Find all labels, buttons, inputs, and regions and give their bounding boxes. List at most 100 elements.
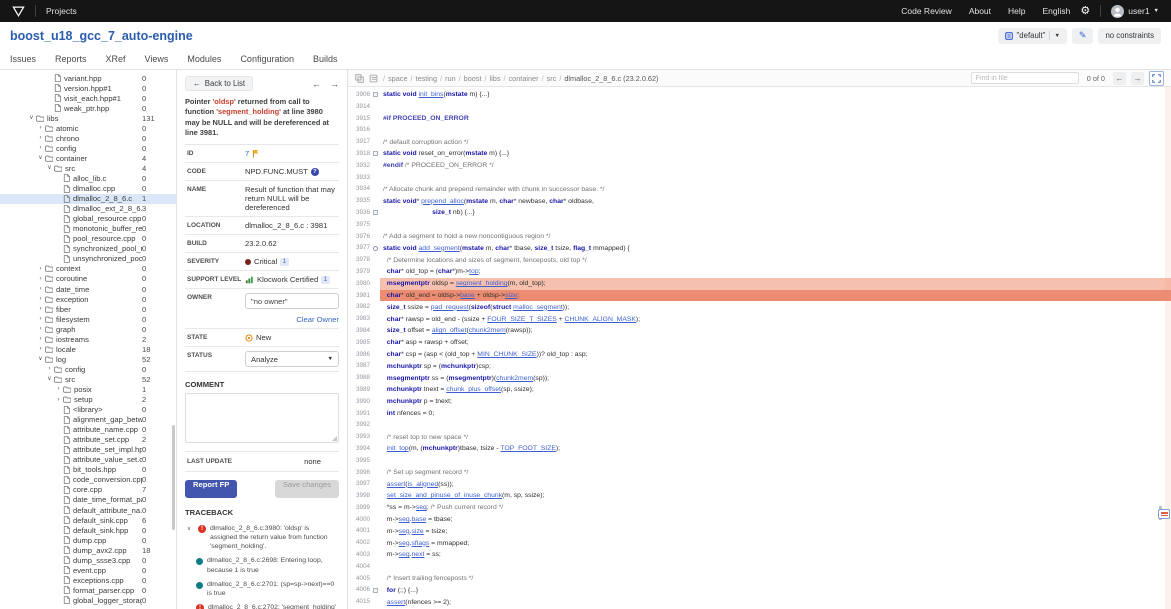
chevron-right-icon[interactable]: › bbox=[45, 366, 54, 372]
tree-item[interactable]: ∨log52 bbox=[0, 354, 176, 364]
tab-views[interactable]: Views bbox=[145, 54, 169, 64]
chevron-right-icon[interactable]: › bbox=[54, 397, 63, 403]
tree-item[interactable]: ›date_time0 bbox=[0, 284, 176, 294]
tree-item[interactable]: date_time_format_par...0 bbox=[0, 495, 176, 505]
support-count-badge[interactable]: 1 bbox=[321, 276, 329, 284]
code-symbol-link[interactable]: size bbox=[505, 292, 517, 299]
code-symbol-link[interactable]: sflags bbox=[412, 540, 430, 547]
tree-item[interactable]: default_sink.cpp6 bbox=[0, 515, 176, 525]
chevron-right-icon[interactable]: › bbox=[36, 346, 45, 352]
fold-icon[interactable] bbox=[373, 92, 378, 97]
fullscreen-button[interactable] bbox=[1149, 71, 1164, 86]
chevron-right-icon[interactable]: › bbox=[36, 125, 45, 131]
find-in-file-input[interactable] bbox=[971, 72, 1079, 84]
tree-item[interactable]: alloc_lib.c0 bbox=[0, 173, 176, 183]
fold-toggle[interactable] bbox=[370, 89, 380, 101]
code-symbol-link[interactable]: chunk_plus_offset bbox=[446, 386, 501, 393]
tree-item[interactable]: ∨libs131 bbox=[0, 113, 176, 123]
tree-item[interactable]: ›graph0 bbox=[0, 324, 176, 334]
tree-item[interactable]: dump_avx2.cpp18 bbox=[0, 545, 176, 555]
tree-item[interactable]: monotonic_buffer_res...0 bbox=[0, 224, 176, 234]
clear-owner-link[interactable]: Clear Owner bbox=[245, 315, 339, 324]
code-symbol-link[interactable]: MIN_CHUNK_SIZE bbox=[477, 351, 536, 358]
tree-item[interactable]: attribute_set.cpp2 bbox=[0, 435, 176, 445]
back-to-list-button[interactable]: ← Back to List bbox=[185, 76, 253, 91]
tab-issues[interactable]: Issues bbox=[10, 54, 36, 64]
tree-item[interactable]: synchronized_pool_re...0 bbox=[0, 244, 176, 254]
fold-icon[interactable] bbox=[373, 210, 378, 215]
chevron-down-icon[interactable]: ∨ bbox=[187, 524, 194, 552]
tree-item[interactable]: core.cpp7 bbox=[0, 485, 176, 495]
code-symbol-link[interactable]: segment_holding bbox=[456, 280, 508, 287]
tree-item[interactable]: ›config0 bbox=[0, 143, 176, 153]
tree-item[interactable]: exceptions.cpp0 bbox=[0, 575, 176, 585]
path-segment[interactable]: src bbox=[547, 74, 557, 83]
fold-toggle[interactable] bbox=[370, 207, 380, 219]
tree-item[interactable]: ∨src4 bbox=[0, 163, 176, 173]
tree-item[interactable]: dump.cpp0 bbox=[0, 535, 176, 545]
traceback-item[interactable]: ∨!dlmalloc_2_8_6.c:3980: 'oldsp' is assi… bbox=[185, 521, 339, 554]
owner-input[interactable] bbox=[245, 293, 339, 309]
issue-id-link[interactable]: 7 bbox=[245, 149, 249, 158]
code-symbol-link[interactable]: pad_request bbox=[431, 304, 469, 311]
tree-item[interactable]: code_conversion.cpp0 bbox=[0, 475, 176, 485]
tree-item[interactable]: ›atomic0 bbox=[0, 123, 176, 133]
fold-icon[interactable] bbox=[373, 151, 378, 156]
code-symbol-link[interactable]: set_size_and_pinuse_of_inuse_chunk bbox=[387, 492, 502, 499]
tree-item[interactable]: ›coroutine0 bbox=[0, 274, 176, 284]
nav-about[interactable]: About bbox=[969, 6, 991, 16]
traceback-item[interactable]: dlmalloc_2_8_6.c:2701: (sp=sp->next)==0 … bbox=[185, 577, 339, 600]
fold-icon[interactable] bbox=[373, 588, 378, 593]
tree-item[interactable]: unsynchronized_pool...0 bbox=[0, 254, 176, 264]
flag-icon[interactable] bbox=[252, 149, 259, 158]
tree-item[interactable]: <library>0 bbox=[0, 405, 176, 415]
klocwork-logo-icon[interactable] bbox=[12, 6, 25, 17]
tab-builds[interactable]: Builds bbox=[313, 54, 338, 64]
code-symbol-link[interactable]: TOP_FOOT_SIZE bbox=[500, 445, 555, 452]
tree-item[interactable]: ›locale18 bbox=[0, 344, 176, 354]
tree-item[interactable]: dlmalloc.cpp0 bbox=[0, 184, 176, 194]
find-next-button[interactable]: → bbox=[1131, 72, 1144, 85]
tree-item[interactable]: format_parser.cpp0 bbox=[0, 585, 176, 595]
settings-gear-icon[interactable]: ⚙ bbox=[1080, 6, 1090, 17]
tree-item[interactable]: weak_ptr.hpp0 bbox=[0, 103, 176, 113]
code-symbol-link[interactable]: init_top bbox=[387, 445, 409, 452]
tree-item[interactable]: default_sink.hpp0 bbox=[0, 525, 176, 535]
find-prev-button[interactable]: ← bbox=[1113, 72, 1126, 85]
tree-item[interactable]: dump_ssse3.cpp0 bbox=[0, 555, 176, 565]
traceback-item[interactable]: dlmalloc_2_8_6.c:2698: Entering loop, be… bbox=[185, 554, 339, 577]
tree-item[interactable]: visit_each.hpp#10 bbox=[0, 93, 176, 103]
chevron-right-icon[interactable]: › bbox=[36, 316, 45, 322]
path-segment[interactable]: container bbox=[509, 74, 539, 83]
code-symbol-link[interactable]: seg bbox=[399, 528, 410, 535]
comment-textarea[interactable] bbox=[185, 393, 339, 443]
path-segment[interactable]: boost bbox=[464, 74, 482, 83]
chevron-down-icon[interactable]: ∨ bbox=[36, 356, 45, 362]
code-symbol-link[interactable]: init_bins bbox=[419, 91, 444, 98]
code-symbol-link[interactable]: assert bbox=[387, 599, 406, 606]
chevron-down-icon[interactable]: ∨ bbox=[36, 155, 45, 161]
chevron-right-icon[interactable]: › bbox=[36, 336, 45, 342]
tree-item[interactable]: global_logger_storage...0 bbox=[0, 595, 176, 605]
tree-item[interactable]: ›chrono0 bbox=[0, 133, 176, 143]
tree-item[interactable]: ›iostreams2 bbox=[0, 334, 176, 344]
tree-item[interactable]: ›setup2 bbox=[0, 395, 176, 405]
code-symbol-link[interactable]: CHUNK_ALIGN_MASK bbox=[565, 316, 636, 323]
code-symbol-link[interactable]: assert bbox=[387, 481, 406, 488]
chevron-right-icon[interactable]: › bbox=[36, 296, 45, 302]
info-icon[interactable]: ? bbox=[311, 168, 319, 176]
tree-item[interactable]: ›posix1 bbox=[0, 384, 176, 394]
code-symbol-link[interactable]: prepend_alloc bbox=[421, 198, 464, 205]
status-select[interactable]: Analyze▼ bbox=[245, 351, 339, 367]
tree-item[interactable]: default_attribute_na...0 bbox=[0, 505, 176, 515]
code-symbol-link[interactable]: seg bbox=[399, 540, 410, 547]
path-segment[interactable]: libs bbox=[490, 74, 501, 83]
save-changes-button[interactable]: Save changes bbox=[275, 480, 339, 498]
tree-item[interactable]: alignment_gap_betwe...0 bbox=[0, 415, 176, 425]
next-issue-button[interactable]: → bbox=[330, 79, 339, 89]
path-segment[interactable]: testing bbox=[416, 74, 438, 83]
chevron-right-icon[interactable]: › bbox=[36, 135, 45, 141]
code-symbol-link[interactable]: chunk2mem bbox=[496, 375, 533, 382]
nav-english[interactable]: English bbox=[1043, 6, 1071, 16]
tree-item[interactable]: attribute_value_set.cpp0 bbox=[0, 455, 176, 465]
